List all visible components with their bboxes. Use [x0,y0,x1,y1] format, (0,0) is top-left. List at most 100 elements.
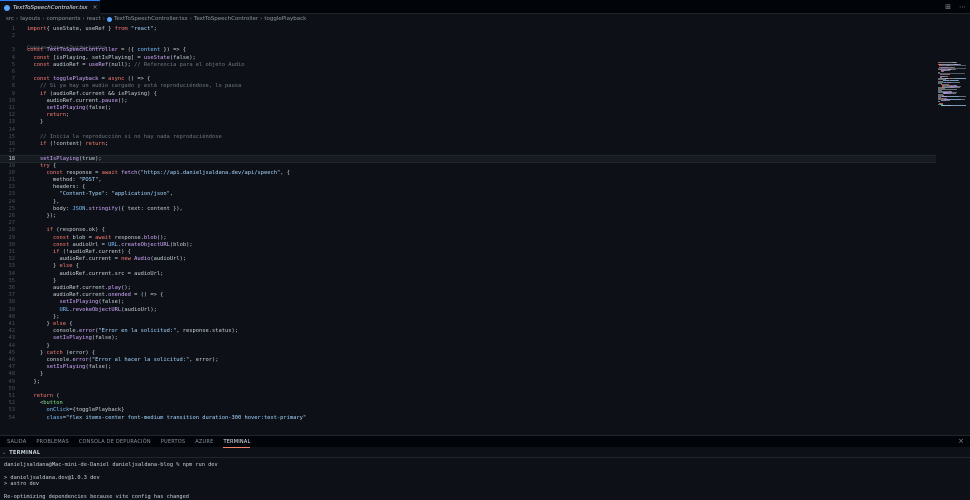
line-number[interactable]: 2 [0,33,15,40]
line-number[interactable]: 24 [0,199,16,206]
code-line[interactable]: 52 <button [0,400,936,407]
code-line[interactable]: 32 audioRef.current = new Audio(audioUrl… [0,256,936,263]
code-line[interactable]: 41 } else { [0,321,936,328]
line-number[interactable]: 53 [0,407,16,414]
line-number[interactable]: 41 [0,321,16,328]
code-line[interactable]: 8 // Si ya hay un audio cargado y está r… [0,83,936,90]
code-line[interactable]: 30 const audioUrl = URL.createObjectURL(… [0,242,936,249]
line-number[interactable]: 8 [0,83,15,90]
line-number[interactable]: 39 [0,307,16,314]
terminal-output[interactable]: danieljsaldana@Mac-mini-de-Daniel daniel… [0,458,970,500]
line-number[interactable]: 51 [0,393,16,400]
breadcrumb-item[interactable]: layouts [20,16,40,22]
line-number[interactable]: 50 [0,386,16,393]
close-panel-icon[interactable]: × [958,437,964,445]
line-number[interactable]: 10 [0,98,16,105]
terminal-header[interactable]: ⌄ TERMINAL [0,448,970,458]
code-line[interactable]: 42 console.error("Error en la solicitud:… [0,328,936,335]
line-number[interactable]: 49 [0,379,16,386]
chevron-down-icon[interactable]: ⌄ [2,450,6,456]
line-number[interactable]: 30 [0,242,16,249]
line-number[interactable]: 3 [0,47,15,54]
code-line[interactable]: 11 setIsPlaying(false); [0,105,936,112]
code-editor[interactable]: Codeium: Options | Test this function 1i… [0,24,970,432]
panel-tab-azure[interactable]: AZURE [195,436,213,448]
line-number[interactable]: 29 [0,235,16,242]
code-line[interactable]: 48 } [0,371,936,378]
code-line[interactable]: 37 audioRef.current.onended = () => { [0,292,936,299]
code-line[interactable]: 28 if (response.ok) { [0,227,936,234]
code-line[interactable]: 54 class="flex items-center font-medium … [0,415,936,422]
code-line[interactable]: 5 const audioRef = useRef(null); // Refe… [0,62,936,69]
line-number[interactable]: 46 [0,357,16,364]
code-line[interactable]: 36 audioRef.current.play(); [0,285,936,292]
line-number[interactable]: 11 [0,105,16,112]
code-line[interactable]: 15 // Inicia la reproducción si no hay n… [0,134,936,141]
code-line[interactable]: 6 [0,69,936,76]
code-line[interactable]: 4 const [isPlaying, setIsPlaying] = useS… [0,55,936,62]
panel-tab-puertos[interactable]: PUERTOS [161,436,186,448]
breadcrumb-item[interactable]: react [87,16,101,22]
minimap[interactable] [938,62,966,107]
line-number[interactable]: 36 [0,285,16,292]
line-number[interactable]: 12 [0,112,16,119]
breadcrumb-item[interactable]: src [6,16,14,22]
line-number[interactable]: 7 [0,76,15,83]
line-number[interactable]: 17 [0,148,16,155]
line-number[interactable]: 4 [0,55,15,62]
code-line[interactable]: 43 setIsPlaying(false); [0,335,936,342]
code-line[interactable]: 31 if (!audioRef.current) { [0,249,936,256]
close-icon[interactable]: × [92,4,97,11]
line-number[interactable]: 37 [0,292,16,299]
code-line[interactable]: 25 body: JSON.stringify({ text: content … [0,206,936,213]
more-actions-icon[interactable]: ⋯ [959,2,966,12]
line-number[interactable]: 19 [0,163,16,170]
line-number[interactable]: 13 [0,119,16,126]
panel-tab-consola-de-depuración[interactable]: CONSOLA DE DEPURACIÓN [79,436,151,448]
code-line[interactable]: 3 const TextToSpeechController = ({ conte… [0,47,936,54]
code-line[interactable]: 45 } catch (error) { [0,350,936,357]
line-number[interactable]: 44 [0,343,16,350]
line-number[interactable]: 48 [0,371,16,378]
code-line[interactable]: 44 } [0,343,936,350]
line-number[interactable]: 9 [0,91,15,98]
line-number[interactable]: 21 [0,177,16,184]
line-number[interactable]: 52 [0,400,16,407]
line-number[interactable]: 35 [0,278,16,285]
breadcrumb-item[interactable]: components [46,16,80,22]
line-number[interactable]: 42 [0,328,16,335]
line-number[interactable]: 1 [0,26,15,33]
code-line[interactable]: 51 return ( [0,393,936,400]
line-number[interactable]: 40 [0,314,16,321]
line-number[interactable]: 14 [0,127,16,134]
line-number[interactable]: 43 [0,335,16,342]
code-line[interactable]: 9 if (audioRef.current && isPlaying) { [0,91,936,98]
line-number[interactable]: 20 [0,170,16,177]
line-number[interactable]: 27 [0,220,16,227]
line-number[interactable]: 6 [0,69,15,76]
code-line[interactable]: 50 [0,386,936,393]
line-number[interactable]: 45 [0,350,16,357]
code-line[interactable]: 35 } [0,278,936,285]
code-line[interactable]: 33 } else { [0,263,936,270]
line-number[interactable]: 54 [0,415,16,422]
code-line[interactable]: 12 return; [0,112,936,119]
panel-tab-problemas[interactable]: PROBLEMAS [36,436,69,448]
breadcrumb-item[interactable]: TextToSpeechController.tsx [114,16,188,22]
line-number[interactable]: 26 [0,213,16,220]
line-number[interactable]: 31 [0,249,16,256]
panel-tab-terminal[interactable]: TERMINAL [223,436,251,448]
line-number[interactable]: 5 [0,62,15,69]
code-line[interactable]: 17 [0,148,936,155]
code-line[interactable]: 19 try { [0,163,936,170]
code-line[interactable]: 47 setIsPlaying(false); [0,364,936,371]
line-number[interactable]: 28 [0,227,16,234]
code-line[interactable]: 39 URL.revokeObjectURL(audioUrl); [0,307,936,314]
line-number[interactable]: 47 [0,364,16,371]
code-line[interactable]: 23 "Content-Type": "application/json", [0,191,936,198]
code-line[interactable]: 20 const response = await fetch("https:/… [0,170,936,177]
line-number[interactable]: 15 [0,134,16,141]
code-line[interactable]: 34 audioRef.current.src = audioUrl; [0,271,936,278]
tab-text-to-speech-controller[interactable]: TextToSpeechController.tsx × [0,0,100,14]
code-line[interactable]: 26 }); [0,213,936,220]
